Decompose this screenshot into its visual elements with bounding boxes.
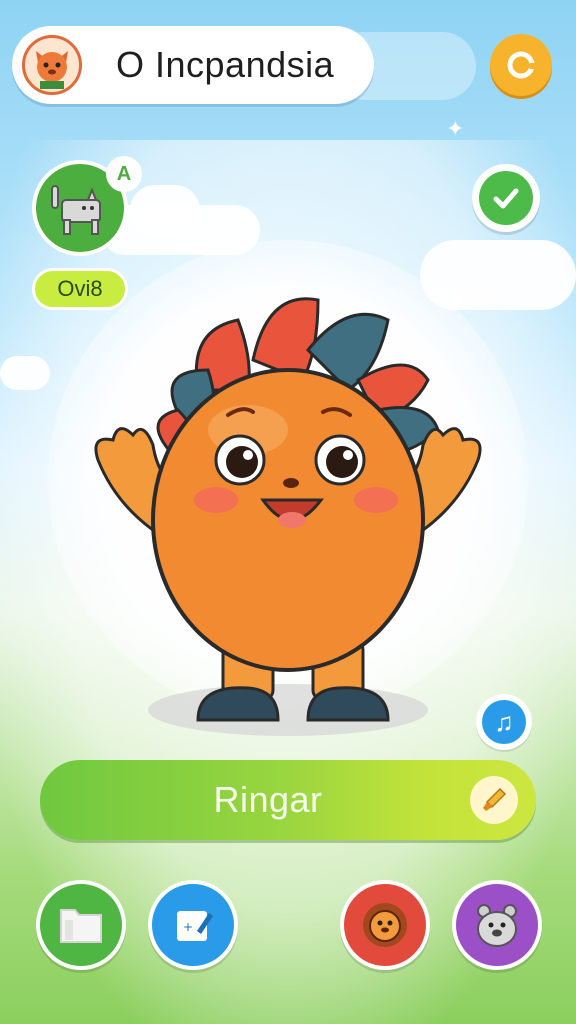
pet-level-badge: A: [106, 156, 142, 192]
cat-icon: [51, 185, 101, 235]
sparkle-icon: ✦: [446, 116, 465, 141]
svg-text:+: +: [183, 920, 193, 934]
check-icon: [479, 171, 533, 225]
settings-icon: [507, 51, 537, 79]
cloud: [130, 185, 200, 235]
fox-avatar-icon: [22, 35, 82, 95]
music-note-icon: ♫: [482, 700, 526, 744]
cloud: [0, 356, 50, 390]
lion-icon: [363, 903, 407, 947]
edit-card-icon: +: [177, 911, 213, 941]
brush-button[interactable]: [470, 776, 518, 824]
player-name: O Incpandsia: [116, 44, 335, 85]
settings-button[interactable]: [490, 34, 552, 96]
edit-card-button[interactable]: +: [148, 880, 238, 970]
confirm-button[interactable]: [472, 164, 540, 232]
primary-action-bar[interactable]: Ringar: [40, 760, 536, 840]
brush-icon: [483, 787, 507, 811]
lion-button[interactable]: [340, 880, 430, 970]
action-label: Ringar: [213, 779, 323, 820]
folder-button[interactable]: [36, 880, 126, 970]
orange-monster-character[interactable]: [78, 290, 498, 750]
bear-icon: [477, 904, 517, 947]
bear-button[interactable]: [452, 880, 542, 970]
folder-icon: [60, 909, 102, 943]
profile-pill[interactable]: O Incpandsia: [12, 26, 374, 104]
music-button[interactable]: ♫: [476, 694, 532, 750]
